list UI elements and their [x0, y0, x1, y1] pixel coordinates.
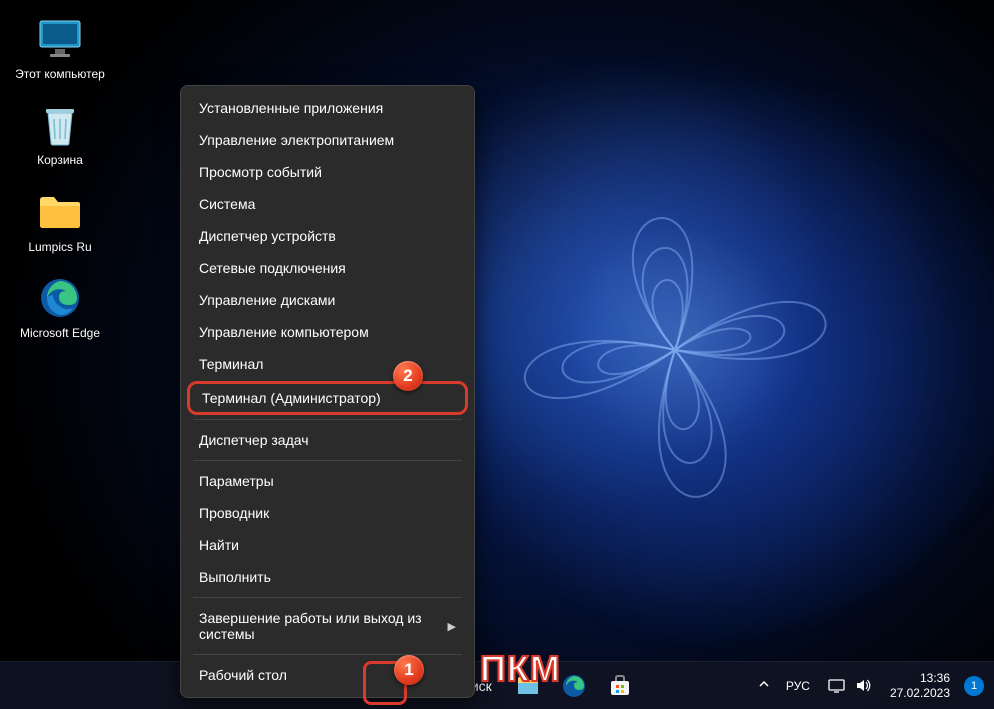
menu-item[interactable]: Установленные приложения — [181, 92, 474, 124]
language-indicator[interactable]: РУС — [778, 666, 818, 706]
menu-item-label: Управление дисками — [199, 292, 335, 308]
edge-icon — [562, 674, 586, 698]
system-tray[interactable] — [820, 666, 880, 706]
menu-item[interactable]: Просмотр событий — [181, 156, 474, 188]
clock-date: 27.02.2023 — [890, 686, 950, 701]
menu-item[interactable]: Терминал (Администратор) — [187, 381, 468, 415]
annotation-pkm-label: ПКМ — [480, 648, 561, 690]
menu-item-label: Терминал — [199, 356, 263, 372]
menu-item[interactable]: Сетевые подключения — [181, 252, 474, 284]
menu-item[interactable]: Найти — [181, 529, 474, 561]
store-icon — [608, 674, 632, 698]
menu-item[interactable]: Управление компьютером — [181, 316, 474, 348]
computer-icon — [36, 15, 84, 63]
menu-item[interactable]: Проводник — [181, 497, 474, 529]
taskbar-store[interactable] — [600, 666, 640, 706]
taskbar-right: РУС 13:36 27.02.2023 1 — [752, 666, 994, 706]
menu-item-label: Система — [199, 196, 255, 212]
menu-item-label: Установленные приложения — [199, 100, 383, 116]
menu-item-label: Параметры — [199, 473, 274, 489]
desktop-icon-folder[interactable]: Lumpics Ru — [15, 188, 105, 254]
desktop-icon-label: Microsoft Edge — [20, 326, 100, 340]
menu-item-label: Завершение работы или выход из системы — [199, 610, 448, 642]
tray-overflow-button[interactable] — [752, 678, 776, 693]
edge-icon — [36, 274, 84, 322]
desktop-icon-recycle-bin[interactable]: Корзина — [15, 101, 105, 167]
menu-item-label: Терминал (Администратор) — [202, 390, 381, 406]
menu-item-label: Диспетчер устройств — [199, 228, 336, 244]
menu-item[interactable]: Управление электропитанием — [181, 124, 474, 156]
menu-separator — [193, 460, 462, 461]
menu-item[interactable]: Терминал — [181, 348, 474, 380]
menu-item-label: Сетевые подключения — [199, 260, 346, 276]
menu-item-label: Рабочий стол — [199, 667, 287, 683]
menu-item[interactable]: Управление дисками — [181, 284, 474, 316]
menu-item-label: Выполнить — [199, 569, 271, 585]
annotation-badge-2: 2 — [393, 361, 423, 391]
menu-separator — [193, 419, 462, 420]
clock-time: 13:36 — [890, 671, 950, 686]
menu-item-label: Проводник — [199, 505, 269, 521]
desktop-icon-this-pc[interactable]: Этот компьютер — [15, 15, 105, 81]
menu-item[interactable]: Система — [181, 188, 474, 220]
notification-badge[interactable]: 1 — [964, 676, 984, 696]
menu-item[interactable]: Рабочий стол — [181, 659, 474, 691]
menu-item-label: Просмотр событий — [199, 164, 322, 180]
menu-item[interactable]: Параметры — [181, 465, 474, 497]
menu-item-label: Управление компьютером — [199, 324, 369, 340]
desktop-icon-edge[interactable]: Microsoft Edge — [15, 274, 105, 340]
chevron-up-icon — [758, 678, 770, 690]
menu-item[interactable]: Диспетчер устройств — [181, 220, 474, 252]
menu-item-label: Диспетчер задач — [199, 432, 309, 448]
menu-separator — [193, 597, 462, 598]
language-text: РУС — [786, 679, 810, 693]
menu-separator — [193, 654, 462, 655]
desktop-icon-label: Корзина — [37, 153, 83, 167]
network-icon — [828, 677, 845, 694]
start-context-menu: Установленные приложения Управление элект… — [180, 85, 475, 698]
taskbar-clock[interactable]: 13:36 27.02.2023 — [882, 671, 958, 701]
desktop-icon-label: Этот компьютер — [15, 67, 105, 81]
volume-icon — [855, 677, 872, 694]
annotation-badge-1: 1 — [394, 655, 424, 685]
menu-item-label: Управление электропитанием — [199, 132, 394, 148]
recycle-bin-icon — [36, 101, 84, 149]
menu-item[interactable]: Завершение работы или выход из системы▶ — [181, 602, 474, 650]
desktop-icons-container: Этот компьютер Корзина Lumpics Ru Micros… — [15, 15, 105, 361]
menu-item-label: Найти — [199, 537, 239, 553]
desktop-icon-label: Lumpics Ru — [28, 240, 91, 254]
chevron-right-icon: ▶ — [448, 620, 456, 633]
folder-icon — [36, 188, 84, 236]
desktop[interactable]: Этот компьютер Корзина Lumpics Ru Micros… — [0, 0, 994, 709]
wallpaper-petals — [400, 100, 950, 600]
menu-item[interactable]: Выполнить — [181, 561, 474, 593]
menu-item[interactable]: Диспетчер задач — [181, 424, 474, 456]
